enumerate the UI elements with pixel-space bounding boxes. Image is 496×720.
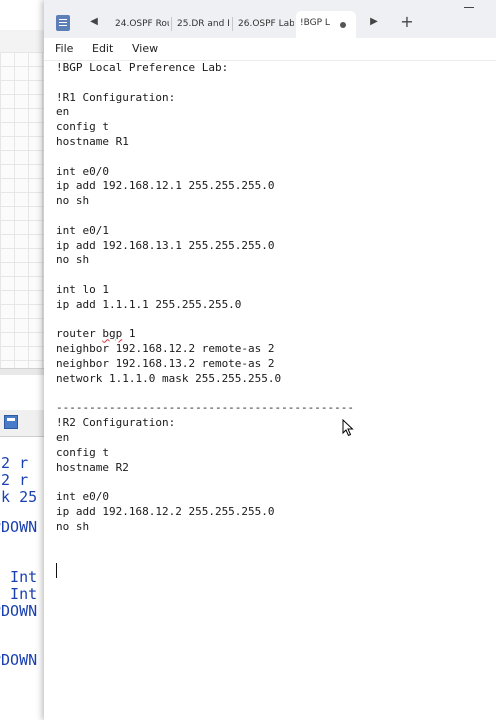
mouse-pointer-icon [342, 419, 354, 437]
tab-label: !BGP L [300, 18, 330, 28]
console-line: Int [10, 585, 38, 603]
new-tab-button[interactable]: + [398, 12, 416, 32]
editor-line: no sh [56, 519, 90, 533]
console-line: Int [10, 568, 38, 586]
spellcheck-word[interactable]: bgp [102, 327, 122, 340]
editor-line: ip add 1.1.1.1 255.255.255.0 [56, 297, 242, 311]
editor-line: ----------------------------------------… [56, 401, 355, 415]
tab-26-ospf-lab[interactable]: 26.OSPF Lab [234, 13, 294, 35]
editor-line: hostname R2 [56, 460, 129, 474]
editor-line: int e0/0 [56, 490, 109, 504]
menu-bar: File Edit View [44, 38, 496, 61]
notepad-window: ◀ 24.OSPF Rou 25.DR and B 26.OSPF Lab !B… [44, 0, 496, 720]
editor-line: int lo 1 [56, 282, 109, 296]
console-line: PDOWN [0, 518, 38, 536]
editor-line: int e0/0 [56, 164, 109, 178]
tab-25-dr[interactable]: 25.DR and B [173, 13, 229, 35]
editor-line: ip add 192.168.12.1 255.255.255.0 [56, 179, 275, 193]
editor-line: config t [56, 120, 109, 134]
console-line: .2 r [0, 454, 29, 472]
editor-line: !R2 Configuration: [56, 416, 176, 430]
editor-line: neighbor 192.168.12.2 remote-as 2 [56, 342, 275, 356]
editor-line: no sh [56, 253, 90, 267]
editor-line: !BGP Local Preference Lab: [56, 61, 229, 74]
tab-divider [232, 17, 233, 31]
editor-line: no sh [56, 194, 90, 208]
editor-line: !R1 Configuration: [56, 90, 176, 104]
notepad-app-icon [56, 15, 70, 31]
scroll-tabs-right-icon[interactable]: ▶ [366, 14, 382, 30]
text-editor[interactable]: !BGP Local Preference Lab: !R1 Configurat… [44, 61, 496, 720]
console-line: sk 25 [0, 488, 38, 506]
editor-line: neighbor 192.168.13.2 remote-as 2 [56, 356, 275, 370]
editor-line: hostname R1 [56, 134, 129, 148]
editor-content: !BGP Local Preference Lab: !R1 Configurat… [56, 61, 354, 549]
editor-line: network 1.1.1.0 mask 255.255.255.0 [56, 371, 282, 385]
tab-bar: ◀ 24.OSPF Rou 25.DR and B 26.OSPF Lab !B… [44, 0, 496, 42]
editor-line: en [56, 430, 70, 444]
tab-bgp-active[interactable]: !BGP L [296, 11, 356, 38]
tab-24-ospf[interactable]: 24.OSPF Rou [111, 13, 169, 35]
editor-line: en [56, 105, 70, 119]
console-line: PDOWN [0, 602, 38, 620]
editor-line: router bgp 1 [56, 327, 136, 341]
console-line: .2 r [0, 471, 29, 489]
terminal-icon[interactable] [4, 415, 18, 429]
editor-line: config t [56, 445, 109, 459]
menu-file[interactable]: File [55, 42, 73, 56]
minimize-icon[interactable] [464, 7, 474, 9]
editor-line: int e0/1 [56, 223, 109, 237]
console-line: PDOWN [0, 651, 38, 669]
editor-line: ip add 192.168.13.1 255.255.255.0 [56, 238, 275, 252]
scroll-tabs-left-icon[interactable]: ◀ [86, 14, 102, 30]
tab-divider [171, 17, 172, 31]
menu-view[interactable]: View [132, 42, 158, 56]
menu-edit[interactable]: Edit [92, 42, 113, 56]
text-caret [56, 563, 57, 578]
unsaved-dot-icon[interactable] [340, 22, 346, 28]
editor-line: ip add 192.168.12.2 255.255.255.0 [56, 504, 275, 518]
